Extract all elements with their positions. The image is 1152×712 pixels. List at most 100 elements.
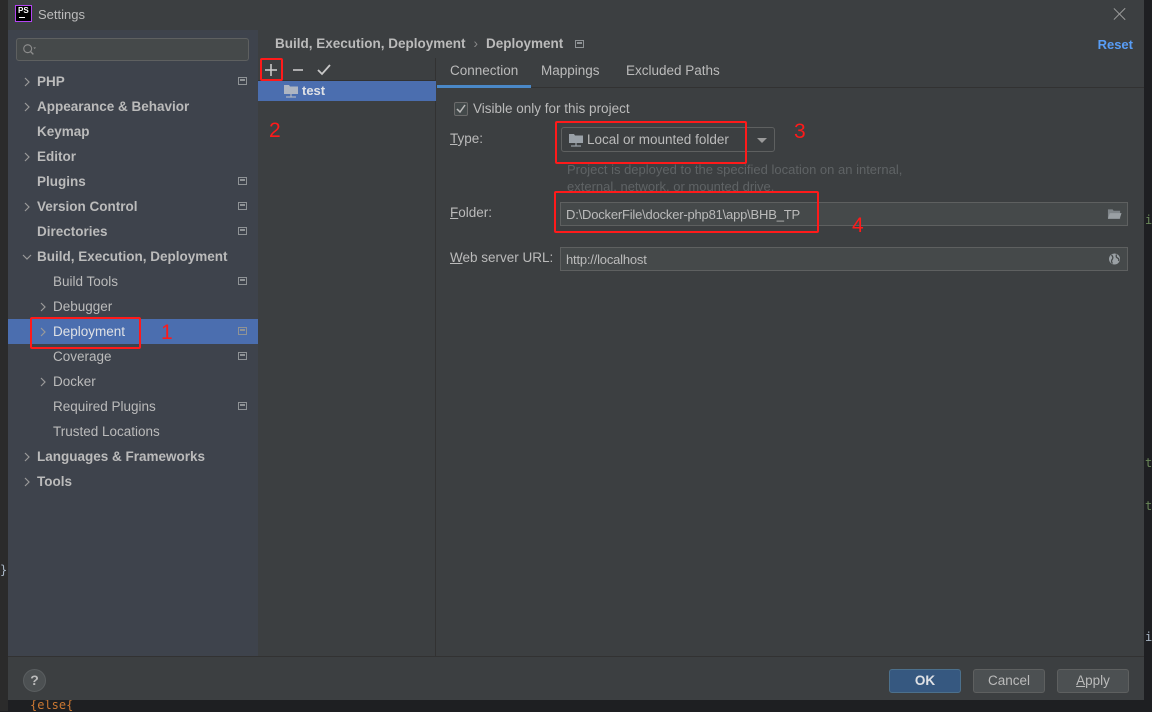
sidebar-item-label: PHP <box>37 74 65 89</box>
sidebar-item-coverage[interactable]: Coverage <box>8 344 258 369</box>
web-server-url-label: Web server URL: <box>450 250 554 265</box>
project-level-icon <box>238 352 247 360</box>
sidebar-item-label: Required Plugins <box>53 399 156 414</box>
breadcrumb-item: Build, Execution, Deployment <box>275 36 466 51</box>
sidebar-item-editor[interactable]: Editor <box>8 144 258 169</box>
chevron-right-icon[interactable] <box>22 469 32 494</box>
chevron-right-icon[interactable] <box>22 444 32 469</box>
sidebar-item-required-plugins[interactable]: Required Plugins <box>8 394 258 419</box>
sidebar-item-label: Coverage <box>53 349 112 364</box>
sidebar-item-label: Plugins <box>37 174 86 189</box>
folder-label: Folder: <box>450 205 493 220</box>
annotation-number-2: 2 <box>269 119 281 142</box>
sidebar-item-label: Directories <box>37 224 108 239</box>
chevron-down-icon[interactable] <box>22 244 32 269</box>
sidebar-item-build-tools[interactable]: Build Tools <box>8 269 258 294</box>
sidebar-item-label: Trusted Locations <box>53 424 160 439</box>
folder-field <box>560 202 1128 226</box>
reset-link[interactable]: Reset <box>1098 37 1133 52</box>
sidebar-item-deployment[interactable]: Deployment <box>8 319 258 344</box>
chevron-right-icon[interactable] <box>22 144 32 169</box>
breadcrumb-item: Deployment <box>486 36 564 51</box>
search-input[interactable] <box>16 38 249 61</box>
cancel-button[interactable]: Cancel <box>973 669 1045 693</box>
chevron-right-icon[interactable] <box>22 194 32 219</box>
background-code-snippet: ir <box>1145 630 1152 644</box>
background-code-snippet: t: <box>1145 456 1152 470</box>
sidebar-item-php[interactable]: PHP <box>8 69 258 94</box>
background-code-snippet: t: <box>1145 499 1152 513</box>
type-dropdown[interactable]: Local or mounted folder <box>561 127 775 152</box>
tab-connection[interactable]: Connection <box>437 58 532 88</box>
type-label: Type: <box>450 131 484 146</box>
type-dropdown-value: Local or mounted folder <box>587 132 729 147</box>
project-level-icon <box>238 227 247 235</box>
local-folder-server-icon <box>569 134 583 147</box>
browse-folder-icon[interactable] <box>1107 207 1122 221</box>
sidebar-item-label: Languages & Frameworks <box>37 449 206 464</box>
breadcrumb-separator: › <box>473 36 479 51</box>
project-level-icon <box>238 327 247 335</box>
dialog-footer: ? OK Cancel Apply <box>8 656 1144 700</box>
project-level-icon <box>238 202 247 210</box>
server-toolbar <box>258 58 436 81</box>
checkmark-icon <box>456 104 466 114</box>
local-folder-server-icon <box>284 85 298 98</box>
web-server-url-input[interactable] <box>561 248 1091 270</box>
server-list-panel: test <box>258 58 436 656</box>
sidebar-item-label: Docker <box>53 374 96 389</box>
sidebar-item-label: Debugger <box>53 299 113 314</box>
annotation-number-4: 4 <box>852 214 864 237</box>
sidebar-item-build-execution-deployment[interactable]: Build, Execution, Deployment <box>8 244 258 269</box>
window-title: Settings <box>38 7 85 22</box>
visible-only-label: Visible only for this project <box>473 101 630 116</box>
title-bar[interactable]: PS Settings <box>8 0 1144 30</box>
remove-icon[interactable] <box>288 60 308 80</box>
sidebar-item-keymap[interactable]: Keymap <box>8 119 258 144</box>
project-level-icon <box>238 402 247 410</box>
sidebar-item-label: Build Tools <box>53 274 119 289</box>
settings-dialog: PS Settings PHP Appearance & Behavior Keym… <box>8 0 1144 700</box>
tab-excluded-paths[interactable]: Excluded Paths <box>613 58 733 88</box>
visible-only-checkbox[interactable] <box>454 102 468 116</box>
chevron-down-icon <box>757 138 767 143</box>
help-button[interactable]: ? <box>23 669 46 692</box>
chevron-right-icon[interactable] <box>22 94 32 119</box>
globe-icon[interactable] <box>1107 252 1122 266</box>
tab-mappings[interactable]: Mappings <box>528 58 613 88</box>
chevron-right-icon[interactable] <box>22 69 32 94</box>
sidebar-item-docker[interactable]: Docker <box>8 369 258 394</box>
sidebar-item-label: Tools <box>37 474 72 489</box>
sidebar-item-plugins[interactable]: Plugins <box>8 169 258 194</box>
sidebar-item-label: Build, Execution, Deployment <box>37 249 228 264</box>
background-code-snippet: i <box>1145 213 1152 227</box>
server-list-item[interactable]: test <box>258 81 436 101</box>
sidebar-item-directories[interactable]: Directories <box>8 219 258 244</box>
sidebar-item-label: Deployment <box>53 324 126 339</box>
settings-sidebar: PHP Appearance & Behavior Keymap Editor Plug… <box>8 30 258 656</box>
sidebar-item-appearance-behavior[interactable]: Appearance & Behavior <box>8 94 258 119</box>
sidebar-item-label: Version Control <box>37 199 138 214</box>
close-icon[interactable] <box>1112 6 1128 22</box>
sidebar-item-debugger[interactable]: Debugger <box>8 294 258 319</box>
folder-input[interactable] <box>561 203 1091 225</box>
sidebar-item-trusted-locations[interactable]: Trusted Locations <box>8 419 258 444</box>
chevron-right-icon[interactable] <box>38 369 48 394</box>
apply-button[interactable]: Apply <box>1057 669 1129 693</box>
phpstorm-logo-icon: PS <box>15 5 32 22</box>
annotation-number-3: 3 <box>794 120 806 143</box>
server-name: test <box>302 83 326 98</box>
sidebar-item-languages-frameworks[interactable]: Languages & Frameworks <box>8 444 258 469</box>
project-level-icon <box>238 77 247 85</box>
chevron-right-icon[interactable] <box>38 319 48 344</box>
ok-button[interactable]: OK <box>889 669 961 693</box>
search-icon <box>23 44 36 55</box>
check-icon[interactable] <box>314 60 334 80</box>
sidebar-item-label: Keymap <box>37 124 90 139</box>
add-icon[interactable] <box>261 60 281 80</box>
sidebar-item-version-control[interactable]: Version Control <box>8 194 258 219</box>
sidebar-item-tools[interactable]: Tools <box>8 469 258 494</box>
breadcrumb: Build, Execution, Deployment › Deployment <box>275 36 585 51</box>
annotation-number-1: 1 <box>161 321 173 344</box>
chevron-right-icon[interactable] <box>38 294 48 319</box>
